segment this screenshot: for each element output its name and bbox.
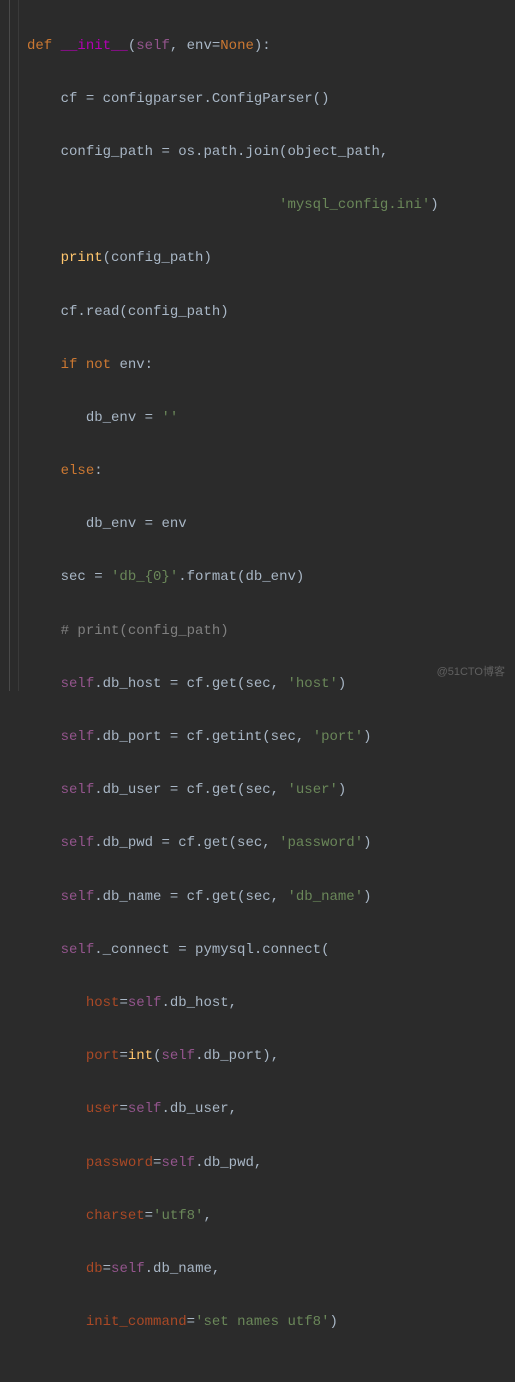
code-line: host=self.db_host, (27, 990, 515, 1017)
code-line: user=self.db_user, (27, 1096, 515, 1123)
code-line: else: (27, 458, 515, 485)
code-line: self.db_name = cf.get(sec, 'db_name') (27, 884, 515, 911)
code-editor[interactable]: def __init__(self, env=None): cf = confi… (0, 0, 515, 691)
code-line: cf.read(config_path) (27, 299, 515, 326)
code-line: self._connect = pymysql.connect( (27, 937, 515, 964)
code-line: self.db_port = cf.getint(sec, 'port') (27, 724, 515, 751)
gutter (0, 0, 19, 691)
code-line: config_path = os.path.join(object_path, (27, 139, 515, 166)
code-line: db_env = env (27, 511, 515, 538)
code-line: port=int(self.db_port), (27, 1043, 515, 1070)
code-line: password=self.db_pwd, (27, 1150, 515, 1177)
code-line: sec = 'db_{0}'.format(db_env) (27, 564, 515, 591)
code-line: charset='utf8', (27, 1203, 515, 1230)
code-line: # print(config_path) (27, 618, 515, 645)
code-area[interactable]: def __init__(self, env=None): cf = confi… (19, 0, 515, 691)
code-line: cf = configparser.ConfigParser() (27, 86, 515, 113)
code-line: self.db_user = cf.get(sec, 'user') (27, 777, 515, 804)
code-line: self.db_pwd = cf.get(sec, 'password') (27, 830, 515, 857)
code-line: print(config_path) (27, 245, 515, 272)
watermark: @51CTO博客 (437, 662, 505, 683)
code-line: init_command='set names utf8') (27, 1309, 515, 1336)
code-line: 'mysql_config.ini') (27, 192, 515, 219)
code-line: if not env: (27, 352, 515, 379)
code-line: def __init__(self, env=None): (27, 33, 515, 60)
code-line: db=self.db_name, (27, 1256, 515, 1283)
code-line: db_env = '' (27, 405, 515, 432)
